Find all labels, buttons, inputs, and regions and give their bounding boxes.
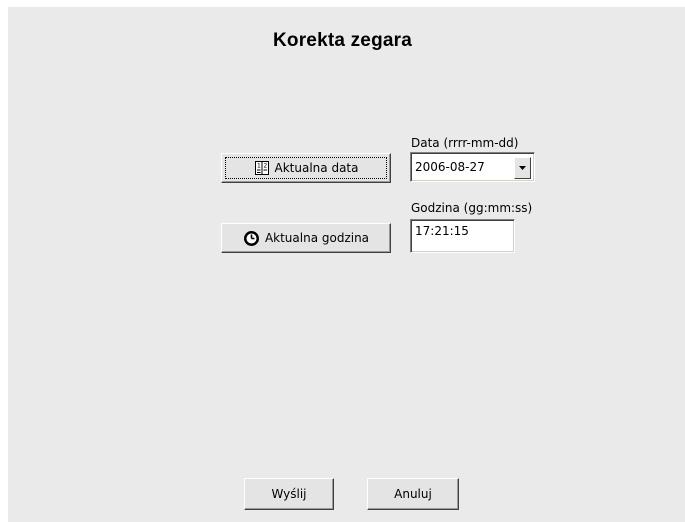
time-input-value: 17:21:15 <box>415 224 469 238</box>
cancel-button[interactable]: Anuluj <box>367 478 459 510</box>
date-select[interactable]: 2006-08-27 <box>410 152 535 182</box>
cancel-button-label: Anuluj <box>394 487 432 501</box>
page-title: Korekta zegara <box>272 30 413 51</box>
current-time-button-label: Aktualna godzina <box>264 231 370 245</box>
send-button[interactable]: Wyślij <box>244 478 334 510</box>
clock-icon <box>243 230 260 247</box>
svg-text:2: 2 <box>263 163 267 170</box>
current-time-button[interactable]: Aktualna godzina <box>221 223 391 253</box>
send-button-label: Wyślij <box>271 487 307 501</box>
calendar-icon: 1 2 <box>254 160 270 176</box>
current-date-button-label: Aktualna data <box>274 161 359 175</box>
chevron-down-icon[interactable] <box>514 157 531 179</box>
current-date-button[interactable]: 1 2 Aktualna data <box>221 153 391 183</box>
time-field-label: Godzina (gg:mm:ss) <box>411 201 533 215</box>
time-input[interactable]: 17:21:15 <box>410 219 515 253</box>
date-select-value: 2006-08-27 <box>415 160 485 174</box>
dialog-panel <box>8 7 685 522</box>
svg-text:1: 1 <box>257 163 261 170</box>
date-field-label: Data (rrrr-mm-dd) <box>411 136 519 150</box>
